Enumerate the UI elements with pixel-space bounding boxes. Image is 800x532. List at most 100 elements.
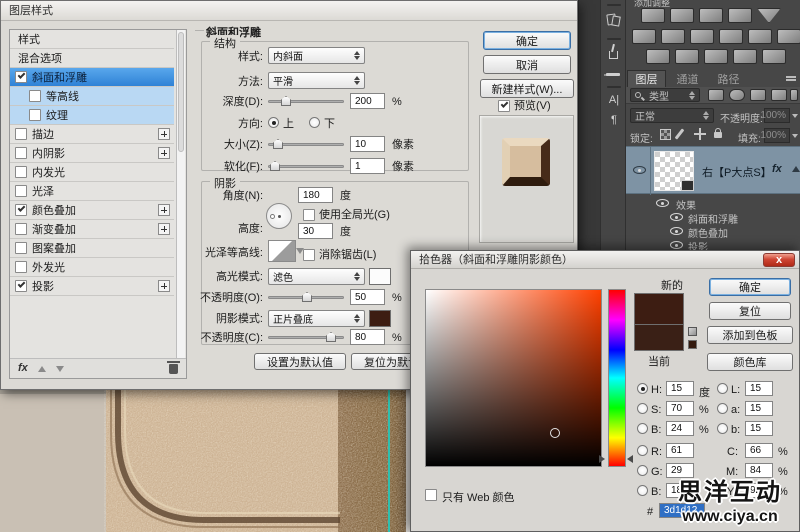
effects-eye-icon[interactable]	[656, 199, 669, 207]
add-instance-icon[interactable]	[158, 204, 170, 216]
filter-shape-layers-icon[interactable]	[771, 89, 787, 101]
layer-thumbnail[interactable]	[654, 151, 694, 191]
character-panel-icon[interactable]: A|	[606, 92, 622, 108]
color-field[interactable]	[425, 289, 602, 467]
color-libraries-button[interactable]: 颜色库	[707, 353, 793, 371]
opacity-dropdown-arrow[interactable]	[792, 114, 798, 118]
picker-ok-button[interactable]: 确定	[709, 278, 791, 296]
highlight-color-swatch[interactable]	[369, 268, 391, 285]
gradient-map-icon[interactable]	[733, 49, 757, 64]
highlight-opacity-slider[interactable]	[268, 292, 344, 302]
checkbox[interactable]	[15, 128, 27, 140]
shadow-opacity-slider[interactable]	[268, 332, 344, 342]
fill-dropdown-arrow[interactable]	[792, 134, 798, 138]
effect-bevel-eye-icon[interactable]	[670, 213, 683, 221]
use-global-light-checkbox[interactable]	[303, 209, 315, 221]
opacity-value[interactable]: 100%	[760, 108, 790, 123]
layer-visibility-eye-icon[interactable]	[633, 166, 646, 174]
h-radio[interactable]	[637, 383, 648, 394]
direction-down-radio[interactable]	[309, 117, 320, 128]
brightness-contrast-icon[interactable]	[641, 8, 665, 23]
b-radio[interactable]	[637, 423, 648, 434]
style-item-satin[interactable]: 光泽	[10, 182, 174, 201]
filter-pixel-layers-icon[interactable]	[708, 89, 724, 101]
lock-transparency-icon[interactable]	[660, 129, 671, 140]
vibrance-icon[interactable]	[757, 8, 781, 23]
color-picker-titlebar[interactable]: 拾色器（斜面和浮雕阴影颜色）	[411, 251, 799, 269]
hue-arrow-right-icon[interactable]	[627, 455, 633, 463]
tab-layers[interactable]: 图层	[627, 70, 666, 87]
bb-value[interactable]: 15	[745, 421, 773, 436]
add-instance-icon[interactable]	[158, 280, 170, 292]
style-item-stroke[interactable]: 描边	[10, 125, 174, 144]
style-item-texture[interactable]: 纹理	[10, 106, 174, 125]
new-style-button[interactable]: 新建样式(W)...	[480, 79, 574, 98]
depth-value[interactable]: 200	[350, 93, 385, 109]
soften-slider[interactable]	[268, 161, 344, 171]
blend-mode-dropdown[interactable]: 正常	[630, 108, 714, 123]
collapse-effects-arrow[interactable]	[792, 166, 800, 172]
hue-saturation-icon[interactable]	[632, 29, 656, 44]
style-item-gradient-overlay[interactable]: 渐变叠加	[10, 220, 174, 239]
style-item-styles[interactable]: 样式	[10, 30, 174, 49]
checkbox-checked[interactable]	[15, 204, 27, 216]
h-value[interactable]: 15	[666, 381, 694, 396]
selective-color-icon[interactable]	[762, 49, 786, 64]
posterize-icon[interactable]	[675, 49, 699, 64]
effect-drop-shadow-eye-icon[interactable]	[670, 241, 683, 249]
checkbox[interactable]	[29, 109, 41, 121]
layer-fx-icon[interactable]: fx	[772, 163, 782, 175]
style-item-color-overlay[interactable]: 颜色叠加	[10, 201, 174, 220]
checkbox[interactable]	[29, 90, 41, 102]
hue-slider[interactable]	[608, 289, 626, 467]
hue-arrow-left-icon[interactable]	[599, 455, 605, 463]
add-instance-icon[interactable]	[158, 147, 170, 159]
size-value[interactable]: 10	[350, 136, 385, 152]
black-white-icon[interactable]	[690, 29, 714, 44]
technique-dropdown[interactable]: 平滑	[268, 72, 365, 89]
l-value[interactable]: 15	[745, 381, 773, 396]
a-radio[interactable]	[717, 403, 728, 414]
layer-row-selected[interactable]: 右【P大点S】 fx	[626, 146, 800, 195]
paragraph-panel-icon[interactable]: ¶	[606, 112, 622, 128]
checkbox-checked[interactable]	[15, 280, 27, 292]
ok-button[interactable]: 确定	[483, 31, 571, 50]
curves-icon[interactable]	[699, 8, 723, 23]
effect-color-overlay-eye-icon[interactable]	[670, 227, 683, 235]
effect-bevel-label[interactable]: 斜面和浮雕	[688, 211, 738, 226]
brush-presets-panel-icon[interactable]	[606, 43, 622, 60]
altitude-value[interactable]: 30	[298, 223, 333, 239]
highlight-opacity-value[interactable]: 50	[350, 289, 385, 305]
layer-filter-dropdown[interactable]: 类型	[630, 88, 700, 103]
lock-move-icon[interactable]	[694, 128, 706, 140]
shadow-color-swatch[interactable]	[369, 310, 391, 327]
threshold-icon[interactable]	[704, 49, 728, 64]
bevel-style-dropdown[interactable]: 内斜面	[268, 47, 365, 64]
style-item-pattern-overlay[interactable]: 图案叠加	[10, 239, 174, 258]
checkbox[interactable]	[15, 185, 27, 197]
tool-presets-panel-icon[interactable]	[604, 66, 622, 82]
checkbox[interactable]	[15, 242, 27, 254]
checkbox[interactable]	[15, 147, 27, 159]
r-value[interactable]: 61	[666, 443, 694, 458]
s-value[interactable]: 70	[666, 401, 694, 416]
anti-alias-checkbox[interactable]	[303, 249, 315, 261]
color-field-marker[interactable]	[550, 428, 560, 438]
tab-paths[interactable]: 路径	[709, 70, 748, 87]
layer-style-dialog-titlebar[interactable]: 图层样式	[1, 1, 577, 21]
style-item-drop-shadow[interactable]: 投影	[10, 277, 174, 296]
gloss-contour-thumbnail[interactable]	[268, 240, 304, 262]
fill-value[interactable]: 100%	[760, 128, 790, 143]
size-slider[interactable]	[268, 139, 344, 149]
close-icon[interactable]: x	[763, 253, 795, 267]
tab-channels[interactable]: 通道	[668, 70, 707, 87]
shadow-mode-dropdown[interactable]: 正片叠底	[268, 310, 365, 327]
direction-up-radio[interactable]	[268, 117, 279, 128]
b2-radio[interactable]	[637, 485, 648, 496]
add-instance-icon[interactable]	[158, 128, 170, 140]
preview-checkbox[interactable]	[498, 100, 510, 112]
filter-type-layers-icon[interactable]	[750, 89, 766, 101]
soften-value[interactable]: 1	[350, 158, 385, 174]
filter-toggle-icon[interactable]	[790, 89, 798, 101]
highlight-mode-dropdown[interactable]: 滤色	[268, 268, 365, 285]
